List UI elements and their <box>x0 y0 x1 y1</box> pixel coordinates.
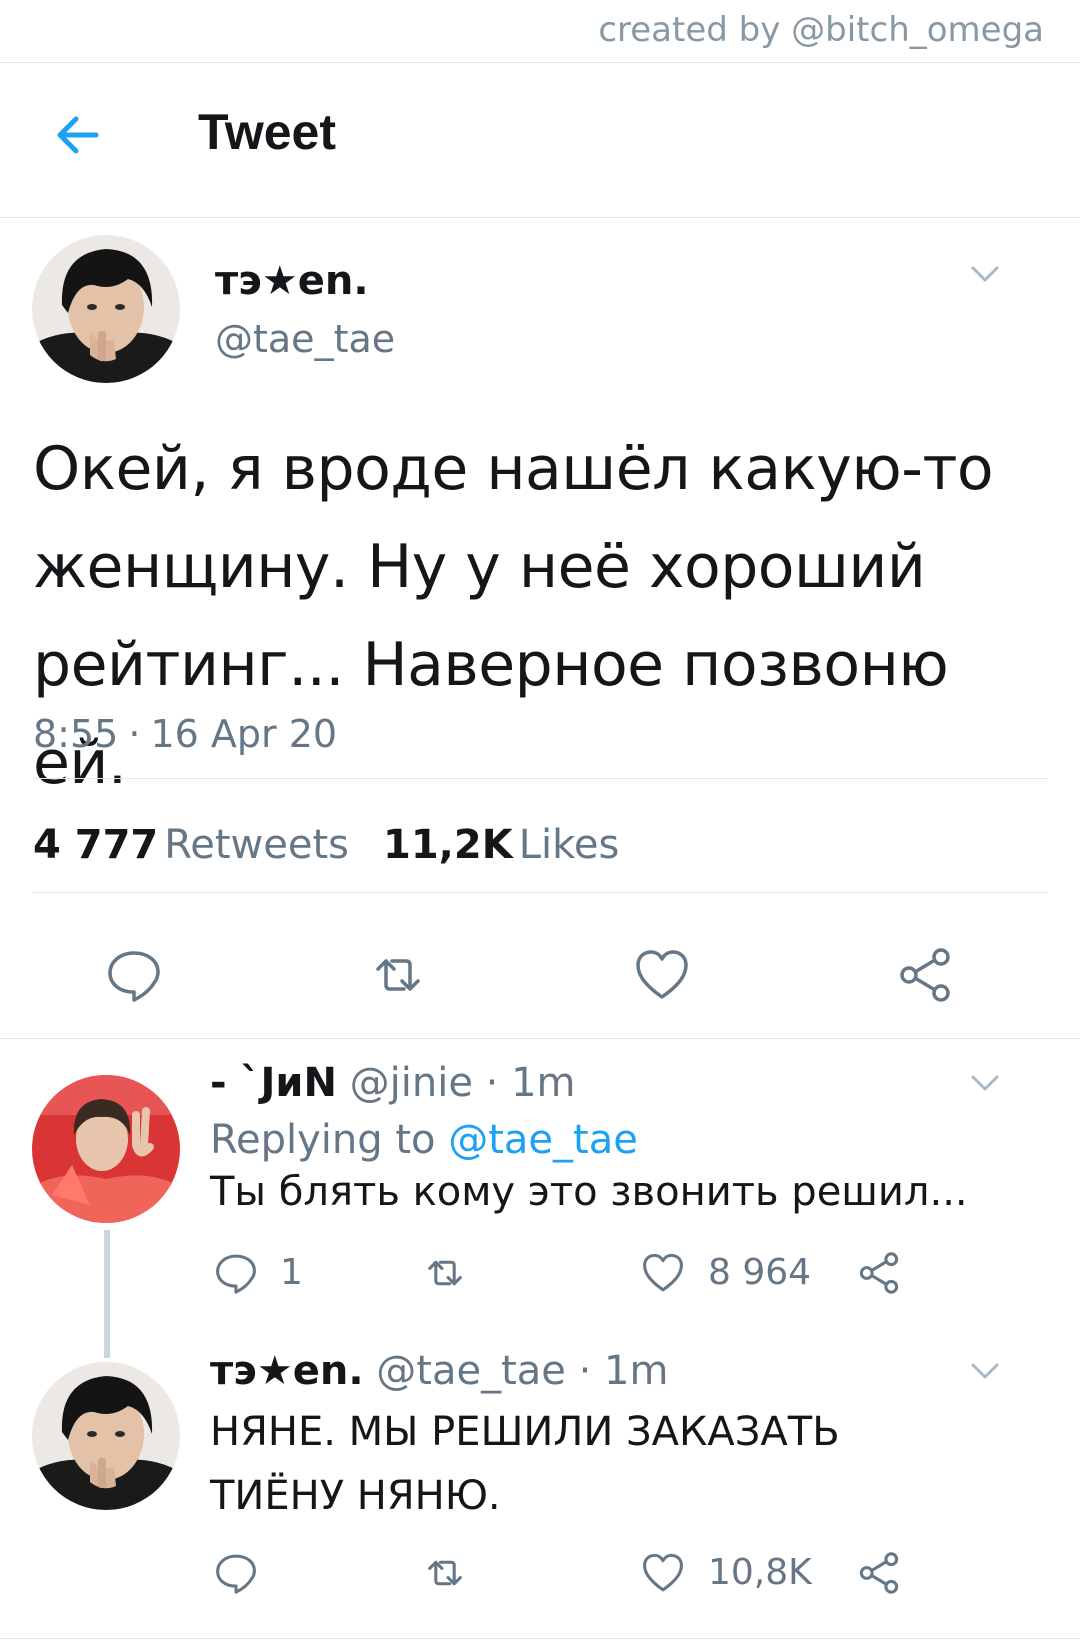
tweet-date: 16 Apr 20 <box>150 712 338 756</box>
reply-avatar[interactable] <box>32 1075 180 1223</box>
like-count: 8 964 <box>708 1252 812 1293</box>
author-avatar[interactable] <box>32 235 180 383</box>
like-button[interactable] <box>632 945 692 1005</box>
comment-icon <box>108 951 160 1002</box>
reply-text: Ты блять кому это звонить решил... <box>210 1169 968 1215</box>
reply-button[interactable] <box>213 1250 259 1296</box>
retweet-button[interactable] <box>422 1550 468 1596</box>
retweets-label: Retweets <box>164 822 350 868</box>
avatar-photo <box>32 1075 180 1223</box>
section-divider <box>0 1638 1080 1639</box>
top-header: Tweet <box>0 63 1080 218</box>
tweet-timestamp: 8:55 · 16 Apr 20 <box>33 712 337 756</box>
share-button[interactable] <box>856 1250 902 1296</box>
author-name[interactable]: тэ★en. <box>215 258 369 304</box>
tweet-stats: 4 777 Retweets 11,2K Likes <box>33 822 619 868</box>
likes-label: Likes <box>518 822 620 868</box>
reply-handle-time: @jinie · 1m <box>349 1060 576 1106</box>
reply-handle-time: @tae_tae · 1m <box>376 1348 669 1394</box>
author-handle[interactable]: @tae_tae <box>215 317 395 361</box>
section-divider <box>0 1038 1080 1039</box>
like-count: 10,8K <box>708 1552 812 1593</box>
reply-avatar[interactable] <box>32 1362 180 1510</box>
like-button[interactable] <box>640 1250 686 1296</box>
reply-author-name[interactable]: - `JиN <box>210 1060 337 1106</box>
reply-button[interactable] <box>213 1550 259 1596</box>
chevron-down-icon <box>971 1075 999 1091</box>
share-icon <box>859 1252 899 1294</box>
thread-connector <box>104 1230 110 1358</box>
comment-icon <box>216 1254 256 1294</box>
arrow-left-icon <box>57 116 99 154</box>
avatar-photo <box>32 1362 180 1510</box>
like-button[interactable] <box>640 1550 686 1596</box>
share-icon <box>859 1552 899 1594</box>
retweet-button[interactable] <box>368 945 428 1005</box>
retweet-icon <box>428 1560 462 1586</box>
avatar-photo <box>32 235 180 383</box>
reply-header: тэ★en. @tae_tae · 1m <box>210 1348 668 1394</box>
page-title: Tweet <box>198 104 336 160</box>
retweet-icon <box>376 959 420 991</box>
heart-icon <box>643 1553 683 1592</box>
divider <box>33 892 1048 893</box>
tweet-options-button[interactable] <box>965 258 1005 288</box>
retweet-icon <box>428 1260 462 1286</box>
divider <box>33 778 1048 779</box>
heart-icon <box>643 1253 683 1292</box>
reply-options-button[interactable] <box>965 1067 1005 1097</box>
share-button[interactable] <box>856 1550 902 1596</box>
tweet-time: 8:55 <box>33 712 119 756</box>
retweets-count: 4 777 <box>33 822 159 868</box>
replying-to-link[interactable]: @tae_tae <box>448 1117 638 1163</box>
likes-stat[interactable]: 11,2K Likes <box>383 822 619 868</box>
chevron-down-icon <box>971 1363 999 1379</box>
back-button[interactable] <box>50 105 110 165</box>
heart-icon <box>636 950 688 999</box>
watermark-text: created by @bitch_omega <box>598 10 1044 50</box>
replying-to-line: Replying to @tae_tae <box>210 1117 638 1163</box>
retweet-button[interactable] <box>422 1250 468 1296</box>
timestamp-separator: · <box>128 712 141 756</box>
share-button[interactable] <box>895 945 955 1005</box>
share-icon <box>900 948 950 1002</box>
reply-author-name[interactable]: тэ★en. <box>210 1348 364 1394</box>
reply-text: НЯНЕ. МЫ РЕШИЛИ ЗАКАЗАТЬ ТИЁНУ НЯНЮ. <box>210 1409 840 1519</box>
likes-count: 11,2K <box>383 822 513 868</box>
reply-count: 1 <box>280 1252 303 1293</box>
comment-icon <box>216 1554 256 1594</box>
replying-label: Replying to <box>210 1117 436 1163</box>
reply-header: - `JиN @jinie · 1m <box>210 1060 576 1106</box>
reply-options-button[interactable] <box>965 1355 1005 1385</box>
retweets-stat[interactable]: 4 777 Retweets <box>33 822 349 868</box>
reply-button[interactable] <box>104 945 164 1005</box>
chevron-down-icon <box>971 266 999 282</box>
